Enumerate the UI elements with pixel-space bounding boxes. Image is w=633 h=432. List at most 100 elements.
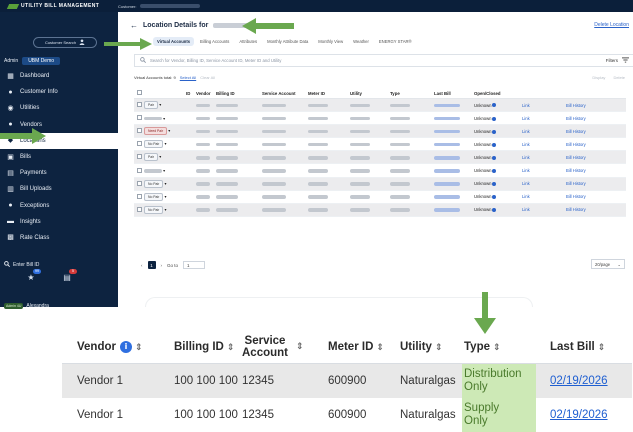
sort-icon[interactable]: ⇕ xyxy=(296,342,304,352)
sort-icon[interactable]: ⇕ xyxy=(227,343,235,353)
info-icon[interactable] xyxy=(492,155,497,160)
pair-status-chip[interactable]: Need Pair xyxy=(144,127,168,136)
display-action[interactable]: Display xyxy=(592,75,605,80)
utility-header[interactable]: Utility ⇕ xyxy=(400,341,462,353)
last-bill-header[interactable]: Last Bill ⇕ xyxy=(550,341,630,353)
table-row[interactable]: No Pair ▾ Unknown Link Bill History xyxy=(134,138,626,152)
bill-history-link[interactable]: Bill History xyxy=(566,116,586,121)
caret-down-icon[interactable]: ▾ xyxy=(167,128,170,133)
pair-status-chip[interactable]: No Pair xyxy=(144,205,164,214)
info-icon[interactable] xyxy=(492,142,497,147)
table-row[interactable]: Need Pair ▾ Unknown Link Bill History xyxy=(134,125,626,139)
tab-billing-accounts[interactable]: Billing Accounts xyxy=(196,37,233,46)
meter-id-header[interactable]: Meter ID ⇕ xyxy=(328,341,400,353)
meter-id-header[interactable]: Utility xyxy=(350,91,390,96)
filters-button[interactable]: Filters xyxy=(606,56,629,65)
sort-icon[interactable]: ⇕ xyxy=(435,343,443,353)
sidebar-item-locations[interactable]: ◆ Locations xyxy=(0,132,118,149)
enter-bill-id[interactable]: Enter Bill ID xyxy=(4,260,114,270)
user-profile[interactable]: Admin 4U Alexandra xyxy=(4,301,114,311)
info-icon[interactable] xyxy=(492,208,497,213)
table-row[interactable]: No Pair ▾ Unknown Link Bill History xyxy=(134,191,626,204)
pair-status-chip[interactable]: No Pair xyxy=(144,192,164,201)
tab-virtual-accounts[interactable]: Virtual Accounts xyxy=(153,37,195,46)
bill-history-link[interactable]: Bill History xyxy=(566,168,586,173)
link-action[interactable]: Link xyxy=(522,116,530,121)
billing-id-header[interactable]: Service Account xyxy=(262,91,308,96)
info-icon[interactable] xyxy=(492,103,497,108)
sidebar-item-exceptions[interactable]: ● Exceptions xyxy=(0,198,118,214)
checkbox[interactable] xyxy=(137,90,142,95)
tab-monthly-view[interactable]: Monthly View xyxy=(314,37,347,46)
vendor-header[interactable]: Vendor i ⇕ xyxy=(62,340,174,353)
caret-down-icon[interactable]: ▾ xyxy=(163,141,166,146)
page-size-select[interactable]: 20/page ⌄ xyxy=(591,259,625,269)
caret-down-icon[interactable]: ▾ xyxy=(163,181,166,186)
bill-history-link[interactable]: Bill History xyxy=(566,142,586,147)
link-action[interactable]: Link xyxy=(522,155,530,160)
delete-action[interactable]: Delete xyxy=(613,75,625,80)
sidebar-item-utilities[interactable]: ◉ Utilities xyxy=(0,100,118,116)
caret-down-icon[interactable]: ▾ xyxy=(158,154,161,159)
table-row[interactable]: Pair ▾ Unknown Link Bill History xyxy=(134,151,626,165)
table-row[interactable]: Vendor 1 100 100 100 12345 600900 Natura… xyxy=(62,398,632,432)
link-action[interactable]: Link xyxy=(522,142,530,147)
select-all-checkbox[interactable] xyxy=(134,90,144,96)
sort-icon[interactable]: ⇕ xyxy=(135,343,143,353)
row-checkbox[interactable] xyxy=(137,128,142,134)
sidebar-item-rate-class[interactable]: ▩ Rate Class xyxy=(0,230,118,246)
table-row[interactable]: ▾ Unknown Link Bill History xyxy=(134,164,626,178)
sort-header[interactable]: ID xyxy=(186,91,196,96)
search-input[interactable]: Search for Vendor, Billing ID, Service A… xyxy=(150,58,281,63)
link-action[interactable]: Link xyxy=(522,129,530,134)
row-checkbox[interactable] xyxy=(137,102,142,108)
bill-history-link[interactable]: Bill History xyxy=(566,129,586,134)
caret-down-icon[interactable]: ▾ xyxy=(162,168,165,173)
back-arrow-icon[interactable]: ← xyxy=(130,21,138,30)
row-checkbox[interactable] xyxy=(137,167,142,173)
sort-icon[interactable]: ⇕ xyxy=(376,343,384,353)
link-action[interactable]: Link xyxy=(522,207,530,212)
notifications-icon[interactable]: ★ 99 xyxy=(26,269,41,283)
table-row[interactable]: No Pair ▾ Unknown Link Bill History xyxy=(134,177,626,191)
tab-monthly-attribute-data[interactable]: Monthly Attribute Data xyxy=(263,37,312,46)
sort-icon[interactable]: ⇕ xyxy=(493,343,501,353)
service-account-header[interactable]: Service Account ⇕ xyxy=(242,335,328,359)
vendor-header[interactable]: Billing ID xyxy=(216,91,262,96)
sidebar-item-bill-uploads[interactable]: ▥ Bill Uploads xyxy=(0,181,118,197)
info-icon[interactable] xyxy=(492,195,497,200)
service-account-header[interactable]: Meter ID xyxy=(308,91,350,96)
row-checkbox[interactable] xyxy=(137,193,142,199)
customer-search-button[interactable]: Customer Search xyxy=(33,37,97,48)
current-page[interactable]: 1 xyxy=(147,261,156,269)
row-checkbox[interactable] xyxy=(137,180,142,186)
sort-icon[interactable]: ⇕ xyxy=(598,343,606,353)
environment-selector[interactable]: UBM Demo xyxy=(22,57,61,65)
sidebar-item-vendors[interactable]: ● Vendors xyxy=(0,117,118,133)
row-checkbox[interactable] xyxy=(137,154,142,160)
bill-history-link[interactable]: Bill History xyxy=(566,103,586,108)
caret-down-icon[interactable]: ▾ xyxy=(158,102,161,107)
bill-history-link[interactable]: Bill History xyxy=(566,207,586,212)
bill-history-link[interactable]: Bill History xyxy=(566,155,586,160)
pair-status-chip[interactable]: No Pair xyxy=(144,140,164,149)
bill-history-link[interactable]: Bill History xyxy=(566,194,586,199)
sidebar-item-payments[interactable]: ▤ Payments xyxy=(0,165,118,181)
next-page-icon[interactable]: › xyxy=(161,263,163,268)
table-row[interactable]: No Pair ▾ Unknown Link Bill History xyxy=(134,203,626,217)
last-bill-link[interactable]: 02/19/2026 xyxy=(550,409,608,421)
last-bill-link[interactable]: 02/19/2026 xyxy=(550,375,608,387)
row-checkbox[interactable] xyxy=(137,141,142,147)
row-checkbox[interactable] xyxy=(137,206,142,212)
row-checkbox[interactable] xyxy=(137,115,142,121)
type-header[interactable]: Last Bill xyxy=(434,91,474,96)
caret-down-icon[interactable]: ▾ xyxy=(163,207,166,212)
trash-icon[interactable]: ▤ 5 xyxy=(62,269,77,283)
link-action[interactable]: Link xyxy=(522,181,530,186)
tab-attributes[interactable]: Attributes xyxy=(235,37,261,46)
id-header[interactable]: Vendor xyxy=(196,91,216,96)
table-row[interactable]: ▾ Unknown Link Bill History xyxy=(134,112,626,126)
prev-page-icon[interactable]: ‹ xyxy=(141,263,143,268)
goto-page-input[interactable]: 1 xyxy=(183,261,206,269)
info-icon[interactable] xyxy=(492,116,497,121)
